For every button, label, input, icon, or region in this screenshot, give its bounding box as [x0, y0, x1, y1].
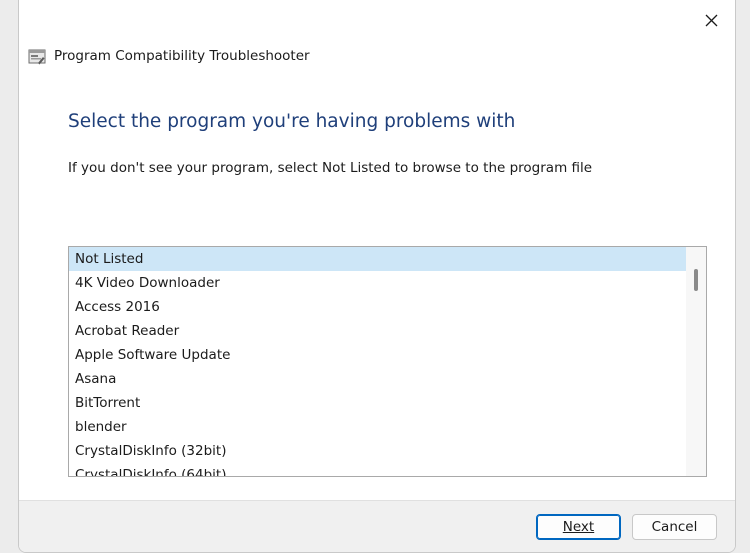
list-item[interactable]: Access 2016	[69, 295, 686, 319]
troubleshooter-window: Program Compatibility Troubleshooter Sel…	[18, 0, 736, 553]
list-item[interactable]: CrystalDiskInfo (32bit)	[69, 439, 686, 463]
list-scrollbar[interactable]	[686, 247, 706, 476]
window-title: Program Compatibility Troubleshooter	[54, 48, 310, 64]
dialog-footer: Next Cancel	[19, 500, 735, 552]
close-icon	[705, 14, 717, 26]
list-item[interactable]: CrystalDiskInfo (64bit)	[69, 463, 686, 476]
list-item[interactable]: Acrobat Reader	[69, 319, 686, 343]
next-button[interactable]: Next	[536, 514, 621, 540]
list-item[interactable]: 4K Video Downloader	[69, 271, 686, 295]
scrollbar-thumb[interactable]	[694, 269, 698, 291]
program-list[interactable]: Not Listed 4K Video Downloader Access 2016…	[68, 246, 707, 477]
cancel-button[interactable]: Cancel	[632, 514, 717, 540]
program-list-items: Not Listed 4K Video Downloader Access 2016…	[69, 247, 686, 476]
instruction-text: If you don't see your program, select No…	[68, 160, 593, 176]
list-item[interactable]: blender	[69, 415, 686, 439]
list-item[interactable]: Not Listed	[69, 247, 686, 271]
list-item[interactable]: Asana	[69, 367, 686, 391]
next-button-label: Next	[562, 519, 595, 535]
list-item[interactable]: Apple Software Update	[69, 343, 686, 367]
list-item[interactable]: BitTorrent	[69, 391, 686, 415]
troubleshooter-icon	[28, 49, 46, 65]
close-button[interactable]	[697, 6, 725, 34]
page-heading: Select the program you're having problem…	[68, 111, 516, 132]
